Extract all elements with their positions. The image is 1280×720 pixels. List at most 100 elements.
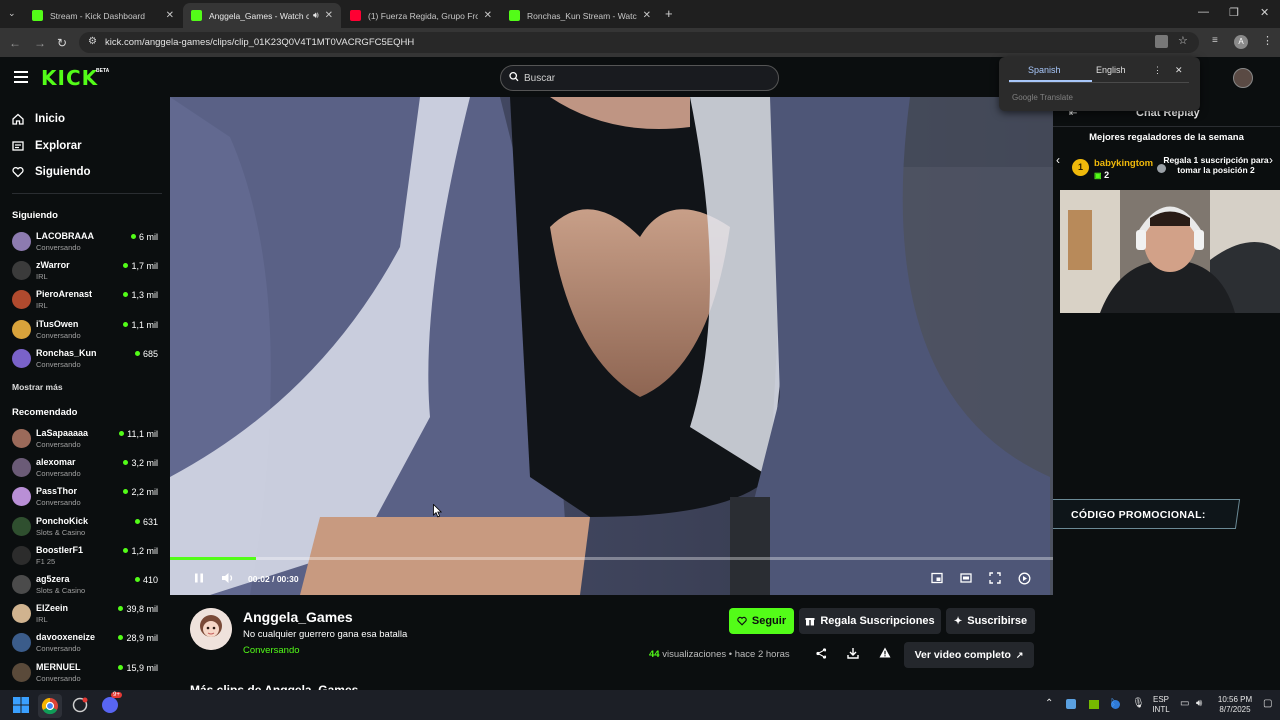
chevron-left-icon[interactable]: ‹ <box>1056 153 1060 167</box>
windows-start-icon[interactable] <box>13 697 29 713</box>
streamer-avatar[interactable] <box>190 608 232 650</box>
search-input[interactable]: Buscar <box>500 65 779 91</box>
fullscreen-button[interactable] <box>989 572 1001 584</box>
full-video-button[interactable]: Ver video completo ↗ <box>904 642 1034 668</box>
restore-icon[interactable]: ❐ <box>1229 6 1239 19</box>
close-icon[interactable]: ✕ <box>325 10 333 21</box>
channel-avatar <box>12 348 31 368</box>
sidebar-channel[interactable]: zWarror IRL 1,7 mil <box>12 259 162 287</box>
tray-nvidia-icon[interactable] <box>1089 700 1099 709</box>
sidebar-channel[interactable]: PassThor Conversando 2,2 mil <box>12 485 162 513</box>
volume-button[interactable] <box>221 572 235 584</box>
tab-kick-dashboard[interactable]: Stream - Kick Dashboard ✕ <box>24 3 182 28</box>
menu-dots-icon[interactable]: ⋮ <box>1262 34 1273 47</box>
profile-avatar[interactable]: A <box>1234 35 1248 49</box>
tab-search-icon[interactable]: ⌄ <box>8 8 16 19</box>
sidebar-channel[interactable]: ElZeein IRL 39,8 mil <box>12 602 162 630</box>
back-icon[interactable]: ← <box>9 36 21 50</box>
theater-mode-button[interactable] <box>960 572 972 584</box>
tray-chevron-icon[interactable]: ⌃ <box>1045 699 1053 709</box>
settings-gear-icon[interactable] <box>1018 572 1031 585</box>
pause-button[interactable] <box>193 572 205 584</box>
sidebar-nav-home[interactable]: Inicio <box>12 113 65 125</box>
pip-button[interactable] <box>931 572 943 584</box>
sidebar-channel[interactable]: MERNUEL Conversando 15,9 mil <box>12 661 162 689</box>
tab-youtube[interactable]: (1) Fuerza Regida, Grupo Fronte ✕ <box>342 3 500 28</box>
youtube-favicon-icon <box>350 10 361 21</box>
viewer-count-value: 1,7 mil <box>131 261 158 272</box>
notification-icon[interactable]: ▢ <box>1263 699 1272 709</box>
tray-app-icon[interactable] <box>1066 699 1076 709</box>
kick-logo[interactable]: KICK <box>41 66 98 90</box>
kick-favicon-icon <box>191 10 202 21</box>
full-video-label: Ver video completo <box>914 649 1011 661</box>
address-bar[interactable]: ⚙ kick.com/anggela-games/clips/clip_01K2… <box>79 32 1199 53</box>
clip-category[interactable]: Conversando <box>243 645 300 656</box>
bookmark-star-icon[interactable]: ☆ <box>1178 34 1188 47</box>
channel-name: iTusOwen <box>36 318 79 329</box>
sidebar-channel[interactable]: davooxeneize Conversando 28,9 mil <box>12 631 162 659</box>
discord-taskbar-icon[interactable]: 9+ <box>102 692 122 713</box>
sidebar-channel[interactable]: ag5zera Slots & Casino 410 <box>12 573 162 601</box>
sidebar-channel[interactable]: Ronchas_Kun Conversando 685 <box>12 347 162 375</box>
sidebar-nav-explore[interactable]: Explorar <box>12 140 82 152</box>
gift-cta-text[interactable]: Regala 1 suscripción para tomar la posic… <box>1157 155 1275 175</box>
progress-fill <box>170 557 256 560</box>
show-more-link[interactable]: Mostrar más <box>12 382 63 392</box>
sidebar-channel[interactable]: LaSapaaaaa Conversando 11,1 mil <box>12 427 162 455</box>
progress-bar[interactable] <box>170 557 1053 560</box>
close-icon[interactable]: ✕ <box>484 10 492 21</box>
minimize-icon[interactable]: — <box>1198 6 1209 18</box>
volume-icon[interactable]: 🔊︎ <box>1196 699 1202 709</box>
report-warning-icon[interactable] <box>879 647 891 658</box>
sidebar-nav-following[interactable]: Siguiendo <box>12 166 91 178</box>
chrome-taskbar-icon[interactable] <box>38 694 62 718</box>
sidebar-channel[interactable]: LACOBRAAA Conversando 6 mil <box>12 230 162 258</box>
translate-icon[interactable] <box>1155 35 1168 48</box>
bluetooth-icon[interactable]: ᛒ <box>1110 699 1116 709</box>
reload-icon[interactable]: ↻ <box>57 36 67 50</box>
time-display: 00:02 / 00:30 <box>248 574 299 584</box>
translate-popup: Spanish English ⋮ ✕ Google Translate <box>999 57 1200 111</box>
follow-button[interactable]: Seguir <box>729 608 794 634</box>
top-gifter-name[interactable]: babykingtom <box>1094 158 1153 169</box>
translate-close-icon[interactable]: ✕ <box>1175 65 1183 76</box>
gift-subs-button[interactable]: Regala Suscripciones <box>799 608 941 634</box>
language-indicator[interactable]: ESP INTL <box>1150 695 1172 715</box>
subscribe-button[interactable]: ✦ Suscribirse <box>946 608 1035 634</box>
site-info-icon[interactable]: ⚙ <box>88 36 97 47</box>
viewer-count: 1,7 mil <box>123 261 158 271</box>
share-icon[interactable] <box>816 648 827 659</box>
download-icon[interactable] <box>847 647 859 659</box>
sidebar-channel[interactable]: PieroArenast IRL 1,3 mil <box>12 288 162 316</box>
network-icon[interactable]: ▭ <box>1180 699 1189 709</box>
new-tab-icon[interactable]: + <box>665 6 673 21</box>
hamburger-menu-icon[interactable] <box>14 71 28 83</box>
video-player[interactable]: 00:02 / 00:30 <box>170 97 1053 595</box>
streamer-name[interactable]: Anggela_Games <box>243 609 353 625</box>
forward-icon[interactable]: → <box>34 36 46 50</box>
close-icon[interactable]: ✕ <box>643 10 651 21</box>
app-taskbar-icon[interactable] <box>72 697 88 713</box>
user-avatar[interactable] <box>1233 68 1253 88</box>
sidebar-channel[interactable]: iTusOwen Conversando 1,1 mil <box>12 318 162 346</box>
channel-category: IRL <box>36 615 48 625</box>
sidebar-nav-label: Explorar <box>35 140 82 152</box>
tab-ronchas[interactable]: Ronchas_Kun Stream - Watch Li ✕ <box>501 3 659 28</box>
translate-lang-from[interactable]: Spanish <box>1028 65 1061 75</box>
clock[interactable]: 10:56 PM 8/7/2025 <box>1213 695 1257 715</box>
close-icon[interactable]: ✕ <box>166 10 174 21</box>
window-close-icon[interactable]: ✕ <box>1260 6 1269 19</box>
sidebar-channel[interactable]: alexomar Conversando 3,2 mil <box>12 456 162 484</box>
tab-anggela-clip[interactable]: Anggela_Games - Watch cli 🔊︎ ✕ <box>183 3 341 28</box>
sidebar-channel[interactable]: PonchoKick Slots & Casino 631 <box>12 515 162 543</box>
channel-category: Conversando <box>36 330 81 340</box>
speaker-icon[interactable]: 🔊︎ <box>313 10 319 21</box>
channel-name: LACOBRAAA <box>36 231 94 241</box>
translate-lang-to[interactable]: English <box>1096 65 1126 75</box>
reading-list-icon[interactable]: ≡ <box>1212 35 1218 46</box>
chevron-right-icon[interactable]: › <box>1269 153 1273 167</box>
translate-options-icon[interactable]: ⋮ <box>1153 65 1162 76</box>
sidebar-channel[interactable]: BoostlerF1 F1 25 1,2 mil <box>12 544 162 572</box>
microphone-icon[interactable]: 🎙︎ <box>1132 699 1145 709</box>
